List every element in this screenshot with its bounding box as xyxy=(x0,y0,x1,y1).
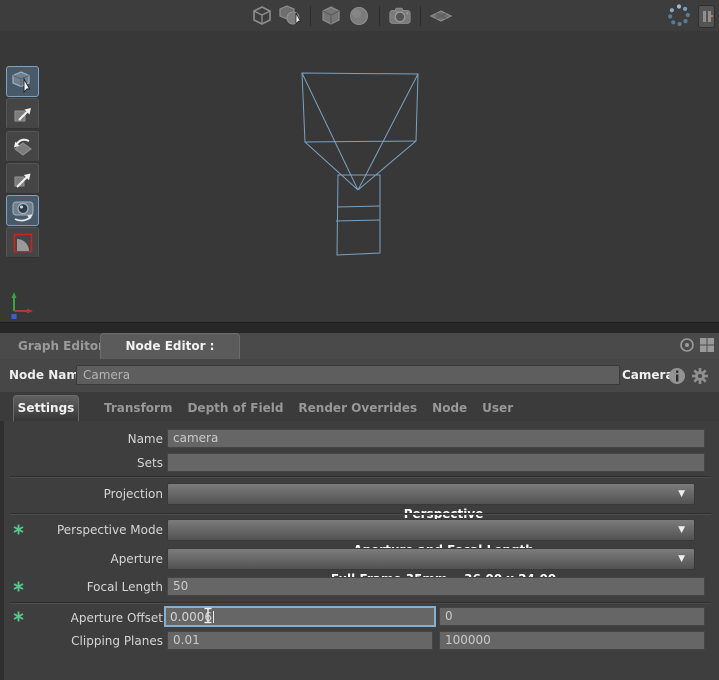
name-label: Name xyxy=(0,430,163,449)
create-ground-plane-button[interactable] xyxy=(429,4,453,28)
projection-dropdown[interactable]: Perspective ▼ xyxy=(167,483,695,505)
camera-wireframe[interactable] xyxy=(290,65,430,260)
focal-length-label: Focal Length xyxy=(0,578,163,597)
layout-grid-icon[interactable] xyxy=(699,337,715,353)
tab-transform[interactable]: Transform xyxy=(104,401,172,415)
pause-icon xyxy=(703,11,706,22)
tool-scale-button[interactable] xyxy=(6,163,39,194)
cube-wireframe-icon xyxy=(251,5,273,27)
chevron-down-icon: ▼ xyxy=(678,520,685,540)
create-cube-wireframe-button[interactable] xyxy=(250,4,274,28)
pause-button[interactable] xyxy=(698,5,715,28)
tab-graph-editor[interactable]: Graph Editor xyxy=(18,333,104,359)
clipping-near-input[interactable]: 0.01 xyxy=(167,631,433,650)
tab-depth-of-field[interactable]: Depth of Field xyxy=(187,401,283,415)
perspective-mode-label: Perspective Mode xyxy=(0,519,163,541)
create-polymesh-button[interactable] xyxy=(319,4,343,28)
text-caret xyxy=(213,611,214,623)
aperture-offset-label: Aperture Offset xyxy=(0,608,163,628)
translate-tool-icon xyxy=(11,102,35,126)
sphere-icon xyxy=(348,5,370,27)
create-camera-button[interactable] xyxy=(388,4,412,28)
clipping-far-input[interactable]: 100000 xyxy=(439,631,705,650)
tool-select-button[interactable] xyxy=(6,66,39,97)
node-type-label: Camera xyxy=(622,359,674,392)
tool-region-button[interactable] xyxy=(6,227,39,258)
toolbar-separator xyxy=(420,6,421,26)
viewport-3d[interactable] xyxy=(0,31,719,322)
panel-tab-bar: Graph Editor Node Editor : Camera xyxy=(0,333,719,359)
tool-translate-button[interactable] xyxy=(6,98,39,129)
section-separator xyxy=(10,513,711,515)
ibeam-cursor xyxy=(203,607,213,624)
info-icon[interactable] xyxy=(668,367,686,385)
tab-user[interactable]: User xyxy=(482,401,513,415)
region-tool-icon xyxy=(12,232,34,254)
section-separator xyxy=(10,602,711,604)
activity-spinner-icon xyxy=(666,3,692,29)
camera-tool-icon xyxy=(10,198,36,224)
gear-icon[interactable] xyxy=(691,367,709,385)
create-geometry-button[interactable] xyxy=(278,4,302,28)
cube-icon xyxy=(320,5,342,27)
ground-plane-icon xyxy=(429,5,453,27)
aperture-label: Aperture xyxy=(0,548,163,570)
application-window: Graph Editor Node Editor : Camera Node N… xyxy=(0,0,719,680)
node-name-row: Node Name Camera Camera xyxy=(0,359,719,393)
name-input[interactable]: camera xyxy=(167,429,705,448)
select-tool-icon xyxy=(11,70,35,94)
cube-sphere-icon xyxy=(278,5,302,27)
toolbar-separator xyxy=(310,6,311,26)
tool-rotate-button[interactable] xyxy=(6,131,39,162)
scale-tool-icon xyxy=(11,167,35,191)
rotate-tool-icon xyxy=(11,135,35,159)
projection-label: Projection xyxy=(0,483,163,505)
node-name-input[interactable]: Camera xyxy=(76,365,620,385)
tab-render-overrides[interactable]: Render Overrides xyxy=(298,401,417,415)
top-toolbar xyxy=(0,0,719,32)
tool-camera-navigation-button[interactable] xyxy=(6,195,39,226)
attribute-editor: Name camera Sets Projection Perspective … xyxy=(0,421,719,680)
perspective-mode-dropdown[interactable]: Aperture and Focal Length ▼ xyxy=(167,519,695,541)
chevron-down-icon: ▼ xyxy=(678,549,685,569)
sets-label: Sets xyxy=(0,454,163,473)
clipping-planes-label: Clipping Planes xyxy=(0,632,163,651)
section-separator xyxy=(10,476,711,478)
tab-node[interactable]: Node xyxy=(432,401,467,415)
sets-input[interactable] xyxy=(167,453,705,472)
focal-length-input[interactable]: 50 xyxy=(167,577,705,596)
target-icon[interactable] xyxy=(679,337,695,353)
aperture-dropdown[interactable]: Full Frame 35mm 36.00 x 24.00 ▼ xyxy=(167,548,695,570)
tab-settings[interactable]: Settings xyxy=(13,395,79,421)
camera-icon xyxy=(388,5,412,27)
attribute-tab-bar: Settings Transform Depth of Field Render… xyxy=(0,392,719,421)
tab-node-editor[interactable]: Node Editor : Camera xyxy=(100,333,240,359)
chevron-down-icon: ▼ xyxy=(678,484,685,504)
aperture-offset-y-input[interactable]: 0 xyxy=(439,607,705,626)
create-sphere-button[interactable] xyxy=(347,4,371,28)
toolbar-separator xyxy=(379,6,380,26)
world-axis-gizmo xyxy=(5,291,37,321)
